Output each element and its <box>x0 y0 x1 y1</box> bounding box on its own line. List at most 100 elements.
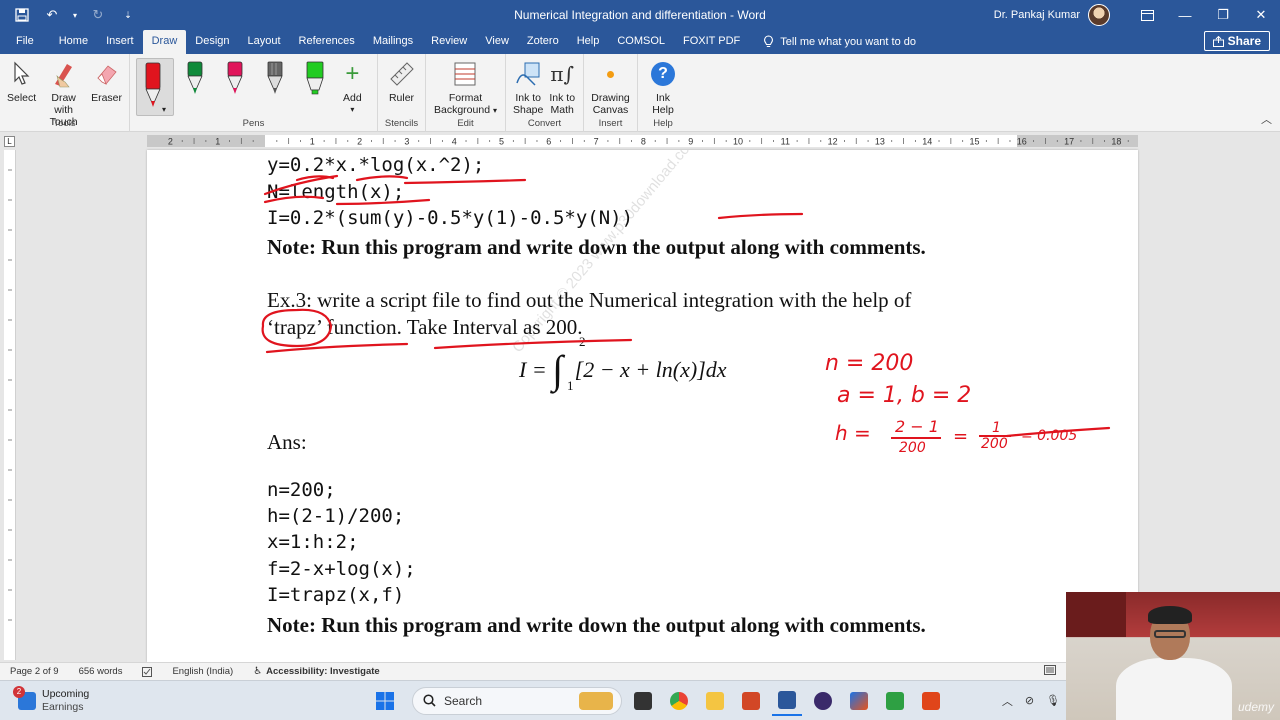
language[interactable]: English (India) <box>162 666 243 677</box>
eraser-button[interactable]: Eraser <box>88 58 125 104</box>
pen-green[interactable] <box>176 58 214 116</box>
taskbar-app-word[interactable] <box>772 686 802 716</box>
tab-zotero[interactable]: Zotero <box>518 30 568 54</box>
udemy-logo: udemy <box>1237 700 1274 714</box>
code-line[interactable]: N=length(x); <box>267 181 404 203</box>
tab-references[interactable]: References <box>290 30 364 54</box>
document-page[interactable]: y=0.2*x.*log(x.^2); N=length(x); I=0.2*(… <box>147 150 1138 662</box>
taskbar-app-file-explorer[interactable] <box>700 686 730 716</box>
code-line[interactable]: y=0.2*x.*log(x.^2); <box>267 154 484 176</box>
tab-draw[interactable]: Draw <box>142 30 187 54</box>
horizontal-ruler[interactable]: 2 1 1 2 3 4 5 6 7 8 9 10 11 12 13 14 15 16 17 18 <box>147 135 1138 147</box>
word-icon <box>778 690 796 709</box>
help-group-label: Help <box>653 118 673 129</box>
page-count[interactable]: Page 2 of 9 <box>0 666 69 677</box>
taskbar-app-explorer-dark[interactable] <box>628 686 658 716</box>
chevron-down-icon[interactable]: ▾ <box>162 105 166 114</box>
pen-red[interactable]: ▾ <box>136 58 174 116</box>
stencils-group: Ruler Stencils <box>378 54 426 132</box>
code-line[interactable]: f=2-x+log(x); <box>267 558 416 580</box>
share-button[interactable]: Share <box>1203 31 1270 51</box>
tab-foxit-pdf[interactable]: FOXIT PDF <box>674 30 749 54</box>
tools-group: Select Draw with Touch Eraser Tools <box>0 54 130 132</box>
pencil-gray[interactable] <box>256 58 294 116</box>
restore-icon[interactable]: ❐ <box>1204 0 1242 30</box>
microphone-icon[interactable]: 🎙 <box>1046 694 1060 707</box>
taskbar-app-matlab[interactable] <box>844 686 874 716</box>
stencils-group-label: Stencils <box>384 118 419 129</box>
pen-green-icon <box>187 61 203 94</box>
code-line[interactable]: n=200; <box>267 479 336 501</box>
tab-file[interactable]: File <box>0 30 50 54</box>
tab-selector[interactable]: L <box>4 136 15 147</box>
accessibility-status[interactable]: ♿ Accessibility: Investigate <box>243 666 390 677</box>
ink-to-math-button[interactable]: π∫ Ink to Math <box>546 58 578 116</box>
taskbar-app-chrome[interactable] <box>664 686 694 716</box>
ruler-number: 1 <box>215 137 220 147</box>
integral-formula[interactable]: I = ∫ 2 1 [2 − x + ln(x)]dx <box>519 334 727 393</box>
tell-me-search[interactable]: Tell me what you want to do <box>749 30 916 54</box>
tab-layout[interactable]: Layout <box>239 30 290 54</box>
focus-view-icon[interactable] <box>1044 665 1056 678</box>
taskbar-app-camtasia-green[interactable] <box>880 686 910 716</box>
customize-qat-icon[interactable]: ⇣ <box>116 4 140 26</box>
format-bg-label-1: Format <box>448 92 483 104</box>
pen-pink[interactable] <box>216 58 254 116</box>
tab-home[interactable]: Home <box>50 30 97 54</box>
code-line[interactable]: I=0.2*(sum(y)-0.5*y(1)-0.5*y(N)) <box>267 207 633 229</box>
chevron-down-icon: ▾ <box>350 105 355 114</box>
exercise-text[interactable]: Ex.3: write a script file to find out th… <box>267 288 911 313</box>
tab-mailings[interactable]: Mailings <box>364 30 422 54</box>
vertical-ruler[interactable] <box>4 150 16 660</box>
avatar[interactable] <box>1088 4 1110 26</box>
tab-comsol[interactable]: COMSOL <box>608 30 674 54</box>
ruler-ticks: 2 1 1 2 3 4 5 6 7 8 9 10 11 12 13 14 15 16 17 18 <box>168 137 1129 147</box>
chevron-up-icon[interactable]: ︿ <box>1002 693 1013 709</box>
widgets-button[interactable]: 2 Upcoming Earnings <box>0 685 360 714</box>
select-button[interactable]: Select <box>4 58 39 104</box>
format-background-button[interactable]: Format Background ▾ <box>431 58 500 117</box>
tab-review[interactable]: Review <box>422 30 476 54</box>
ruler-button[interactable]: Ruler <box>386 58 418 104</box>
ruler-number: 1 <box>310 137 315 147</box>
ink-math-label-1: Ink to <box>549 92 576 104</box>
ruler-number: 15 <box>969 137 979 147</box>
taskbar-app-camtasia-red[interactable] <box>916 686 946 716</box>
network-icon[interactable]: ⊘ <box>1025 694 1034 707</box>
ruler-number: 5 <box>499 137 504 147</box>
drawing-canvas-button[interactable]: Drawing Canvas <box>588 58 633 116</box>
code-line[interactable]: h=(2-1)/200; <box>267 505 404 527</box>
ribbon-display-options-icon[interactable] <box>1128 0 1166 30</box>
undo-icon[interactable]: ↶ <box>40 4 64 26</box>
taskbar-app-obs[interactable] <box>808 686 838 716</box>
word-count[interactable]: 656 words <box>69 666 133 677</box>
share-label: Share <box>1227 34 1261 48</box>
code-line[interactable]: I=trapz(x,f) <box>267 584 404 606</box>
canvas-label-1: Drawing <box>591 92 630 104</box>
ruler-number: 2 <box>168 137 173 147</box>
minimize-icon[interactable]: — <box>1166 0 1204 30</box>
highlighter-green[interactable] <box>296 58 334 116</box>
tab-insert[interactable]: Insert <box>97 30 143 54</box>
chevron-down-icon[interactable]: ▾ <box>70 4 80 26</box>
save-icon[interactable] <box>10 4 34 26</box>
ink-to-shape-button[interactable]: Ink to Shape <box>510 58 546 116</box>
taskbar-app-powerpoint[interactable] <box>736 686 766 716</box>
search-placeholder: Search <box>444 693 483 708</box>
proofing-icon[interactable] <box>132 666 162 677</box>
collapse-ribbon-icon[interactable]: ︿ <box>1261 111 1272 127</box>
close-icon[interactable]: ✕ <box>1242 0 1280 30</box>
user-name[interactable]: Dr. Pankaj Kumar <box>994 9 1080 21</box>
tab-help[interactable]: Help <box>568 30 609 54</box>
ink-help-button[interactable]: ? Ink Help <box>648 58 678 116</box>
ruler-number: 13 <box>875 137 885 147</box>
add-pen-button[interactable]: + Add ▾ <box>340 58 365 116</box>
tab-design[interactable]: Design <box>186 30 238 54</box>
note-text[interactable]: Note: Run this program and write down th… <box>267 613 926 638</box>
tab-view[interactable]: View <box>476 30 518 54</box>
answer-label[interactable]: Ans: <box>267 430 307 455</box>
code-line[interactable]: x=1:h:2; <box>267 531 359 553</box>
taskbar-search[interactable]: Search <box>412 686 622 715</box>
start-button[interactable] <box>370 686 400 716</box>
redo-icon[interactable]: ↻ <box>86 4 110 26</box>
